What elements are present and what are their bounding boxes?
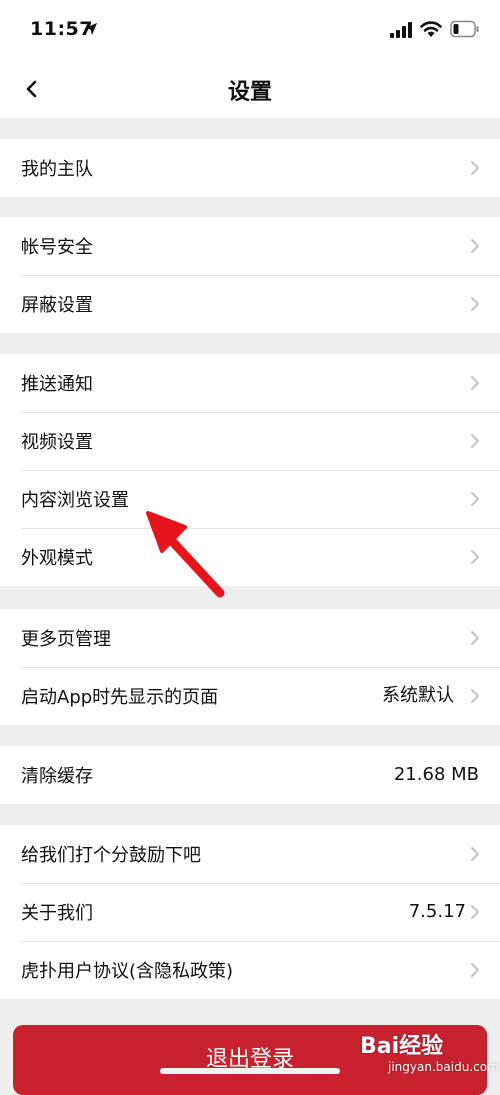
row-value: 7.5.17 (408, 901, 466, 922)
row-label: 屏蔽设置 (21, 295, 93, 316)
row-label: 外观模式 (21, 548, 93, 569)
row-value: 21.68 MB (393, 764, 479, 785)
location-arrow-icon (85, 23, 97, 35)
settings-group-preferences: 推送通知 视频设置 内容浏览设置 外观模式 (0, 354, 500, 586)
watermark: Bai经验 jingyan.baidu.com (360, 1028, 499, 1080)
settings-row-account-security[interactable]: 帐号安全 (0, 217, 500, 275)
settings-row-startup-page[interactable]: 启动App时先显示的页面 系统默认 (0, 667, 500, 725)
home-indicator[interactable] (160, 1068, 340, 1074)
cellular-signal-icon (390, 22, 412, 38)
settings-row-more-page-management[interactable]: 更多页管理 (0, 609, 500, 667)
chevron-right-icon (471, 239, 479, 253)
chevron-right-icon (471, 631, 479, 645)
chevron-right-icon (471, 492, 479, 506)
settings-group-cache: 清除缓存 21.68 MB (0, 746, 500, 804)
battery-icon (450, 20, 479, 38)
settings-row-rate-us[interactable]: 给我们打个分鼓励下吧 (0, 825, 500, 883)
settings-row-user-agreement[interactable]: 虎扑用户协议(含隐私政策) (0, 941, 500, 999)
settings-group-pages: 更多页管理 启动App时先显示的页面 系统默认 (0, 609, 500, 725)
row-label: 内容浏览设置 (21, 490, 129, 511)
annotation-arrow-icon (146, 511, 225, 598)
chevron-right-icon (471, 376, 479, 390)
settings-group-about: 给我们打个分鼓励下吧 关于我们 7.5.17 虎扑用户协议(含隐私政策) (0, 825, 500, 999)
settings-row-about-us[interactable]: 关于我们 7.5.17 (0, 883, 500, 941)
row-value: 系统默认 (382, 685, 454, 706)
settings-row-push-notifications[interactable]: 推送通知 (0, 354, 500, 412)
row-label: 虎扑用户协议(含隐私政策) (21, 961, 234, 982)
navigation-bar: 设置 (0, 60, 500, 118)
chevron-right-icon (471, 161, 479, 175)
row-label: 帐号安全 (21, 237, 93, 258)
settings-group-account: 帐号安全 屏蔽设置 (0, 217, 500, 333)
chevron-right-icon (471, 297, 479, 311)
settings-group-team: 我的主队 (0, 139, 500, 197)
page-title: 设置 (227, 80, 272, 105)
settings-row-block-settings[interactable]: 屏蔽设置 (0, 275, 500, 333)
row-label: 视频设置 (21, 432, 93, 453)
status-bar: 11:57 (0, 0, 500, 60)
watermark-url: jingyan.baidu.com (388, 1060, 499, 1074)
row-label: 给我们打个分鼓励下吧 (21, 845, 201, 866)
chevron-right-icon (471, 905, 479, 919)
row-label: 清除缓存 (21, 766, 93, 787)
settings-row-content-browsing[interactable]: 内容浏览设置 (0, 470, 500, 528)
settings-row-appearance-mode[interactable]: 外观模式 (0, 528, 500, 586)
chevron-right-icon (471, 847, 479, 861)
chevron-right-icon (471, 963, 479, 977)
watermark-brand: Bai经验 (360, 1034, 444, 1059)
chevron-right-icon (471, 434, 479, 448)
wifi-icon (420, 21, 442, 37)
row-label: 我的主队 (21, 159, 93, 180)
row-label: 更多页管理 (21, 629, 111, 650)
row-label: 推送通知 (21, 374, 93, 395)
row-label: 启动App时先显示的页面 (21, 687, 219, 708)
settings-row-my-team[interactable]: 我的主队 (0, 139, 500, 197)
chevron-right-icon (471, 689, 479, 703)
settings-row-clear-cache[interactable]: 清除缓存 21.68 MB (0, 746, 500, 804)
chevron-right-icon (471, 550, 479, 564)
settings-row-video-settings[interactable]: 视频设置 (0, 412, 500, 470)
row-label: 关于我们 (21, 903, 93, 924)
